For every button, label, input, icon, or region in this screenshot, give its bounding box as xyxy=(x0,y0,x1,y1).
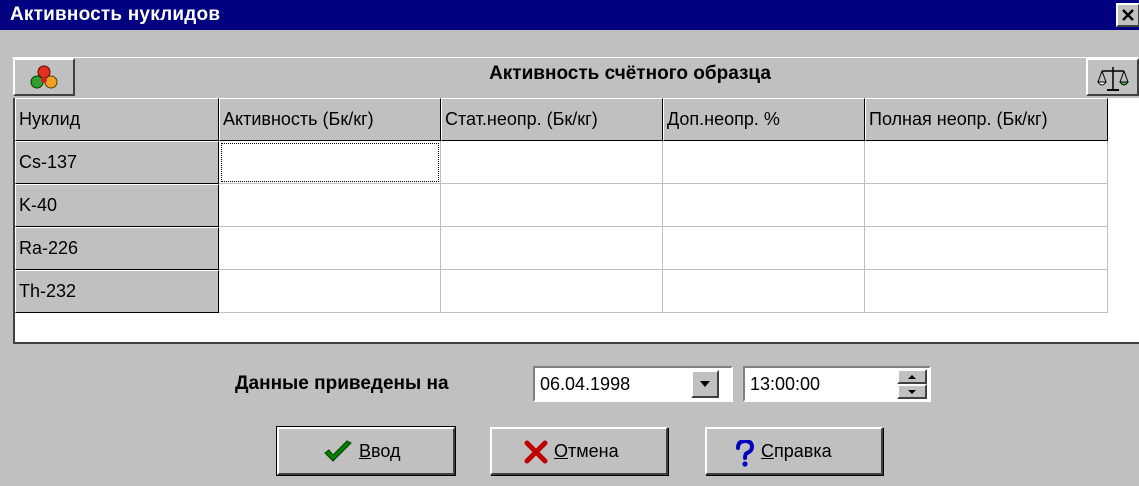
time-spinedit[interactable]: 13:00:00 xyxy=(743,366,931,402)
spin-down-icon xyxy=(908,390,916,394)
row-header-nuclide[interactable]: Cs-137 xyxy=(15,141,219,184)
cancel-mnemonic: О xyxy=(554,441,569,461)
stat-uncertainty-cell[interactable] xyxy=(441,227,663,270)
row-header-nuclide[interactable]: Th-232 xyxy=(15,270,219,313)
chevron-down-icon xyxy=(700,381,710,387)
add-uncertainty-cell[interactable] xyxy=(663,141,865,184)
row-header-nuclide[interactable]: Ra-226 xyxy=(15,227,219,270)
ok-button[interactable]: Ввод xyxy=(276,426,456,476)
row-header-nuclide[interactable]: K-40 xyxy=(15,184,219,227)
column-header-full-uncertainty[interactable]: Полная неопр. (Бк/кг) xyxy=(865,98,1108,141)
column-header-stat-uncertainty[interactable]: Стат.неопр. (Бк/кг) xyxy=(441,98,663,141)
date-dropdown-button[interactable] xyxy=(691,370,719,398)
activity-cell[interactable] xyxy=(219,141,441,184)
panel-title: Активность счётного образца xyxy=(489,63,771,84)
nuclide-atom-icon xyxy=(30,65,58,89)
add-uncertainty-cell[interactable] xyxy=(663,184,865,227)
scales-button[interactable] xyxy=(1086,58,1139,96)
ok-mnemonic: В xyxy=(359,441,372,461)
time-spin-down-button[interactable] xyxy=(897,384,927,399)
reference-date-label: Данные приведены на xyxy=(235,373,449,394)
red-x-icon xyxy=(524,440,548,464)
window-title: Активность нуклидов xyxy=(10,4,221,25)
nuclide-library-button[interactable] xyxy=(13,58,75,96)
column-header-add-uncertainty[interactable]: Доп.неопр. % xyxy=(663,98,865,141)
full-uncertainty-cell[interactable] xyxy=(865,141,1108,184)
full-uncertainty-cell[interactable] xyxy=(865,227,1108,270)
help-button[interactable]: Справка xyxy=(705,427,883,475)
activity-cell[interactable] xyxy=(219,184,441,227)
time-spin-up-button[interactable] xyxy=(897,369,927,384)
stat-uncertainty-cell[interactable] xyxy=(441,270,663,313)
date-value[interactable]: 06.04.1998 xyxy=(540,374,630,395)
scales-icon xyxy=(1097,67,1129,91)
full-uncertainty-cell[interactable] xyxy=(865,270,1108,313)
add-uncertainty-cell[interactable] xyxy=(663,227,865,270)
cancel-label: тмена xyxy=(568,441,619,461)
close-button[interactable] xyxy=(1116,3,1139,27)
cancel-button[interactable]: Отмена xyxy=(490,427,668,475)
activity-cell[interactable] xyxy=(219,270,441,313)
date-combobox[interactable]: 06.04.1998 xyxy=(533,366,733,402)
column-header-activity[interactable]: Активность (Бк/кг) xyxy=(219,98,441,141)
activity-grid[interactable]: Нуклид Активность (Бк/кг) Стат.неопр. (Б… xyxy=(13,98,1139,344)
ok-label: вод xyxy=(371,441,401,461)
help-mnemonic: С xyxy=(761,441,774,461)
column-header-nuclide[interactable]: Нуклид xyxy=(15,98,219,141)
full-uncertainty-cell[interactable] xyxy=(865,184,1108,227)
dialog-window: Активность нуклидов Активность счётного … xyxy=(0,0,1139,486)
add-uncertainty-cell[interactable] xyxy=(663,270,865,313)
title-bar[interactable]: Активность нуклидов xyxy=(0,0,1139,30)
time-value[interactable]: 13:00:00 xyxy=(750,374,820,395)
spin-up-icon xyxy=(908,375,916,379)
stat-uncertainty-cell[interactable] xyxy=(441,184,663,227)
question-mark-icon xyxy=(736,440,755,467)
close-x-icon xyxy=(1122,9,1134,21)
help-label: правка xyxy=(774,441,832,461)
activity-cell[interactable] xyxy=(219,227,441,270)
checkmark-icon xyxy=(324,440,352,462)
stat-uncertainty-cell[interactable] xyxy=(441,141,663,184)
